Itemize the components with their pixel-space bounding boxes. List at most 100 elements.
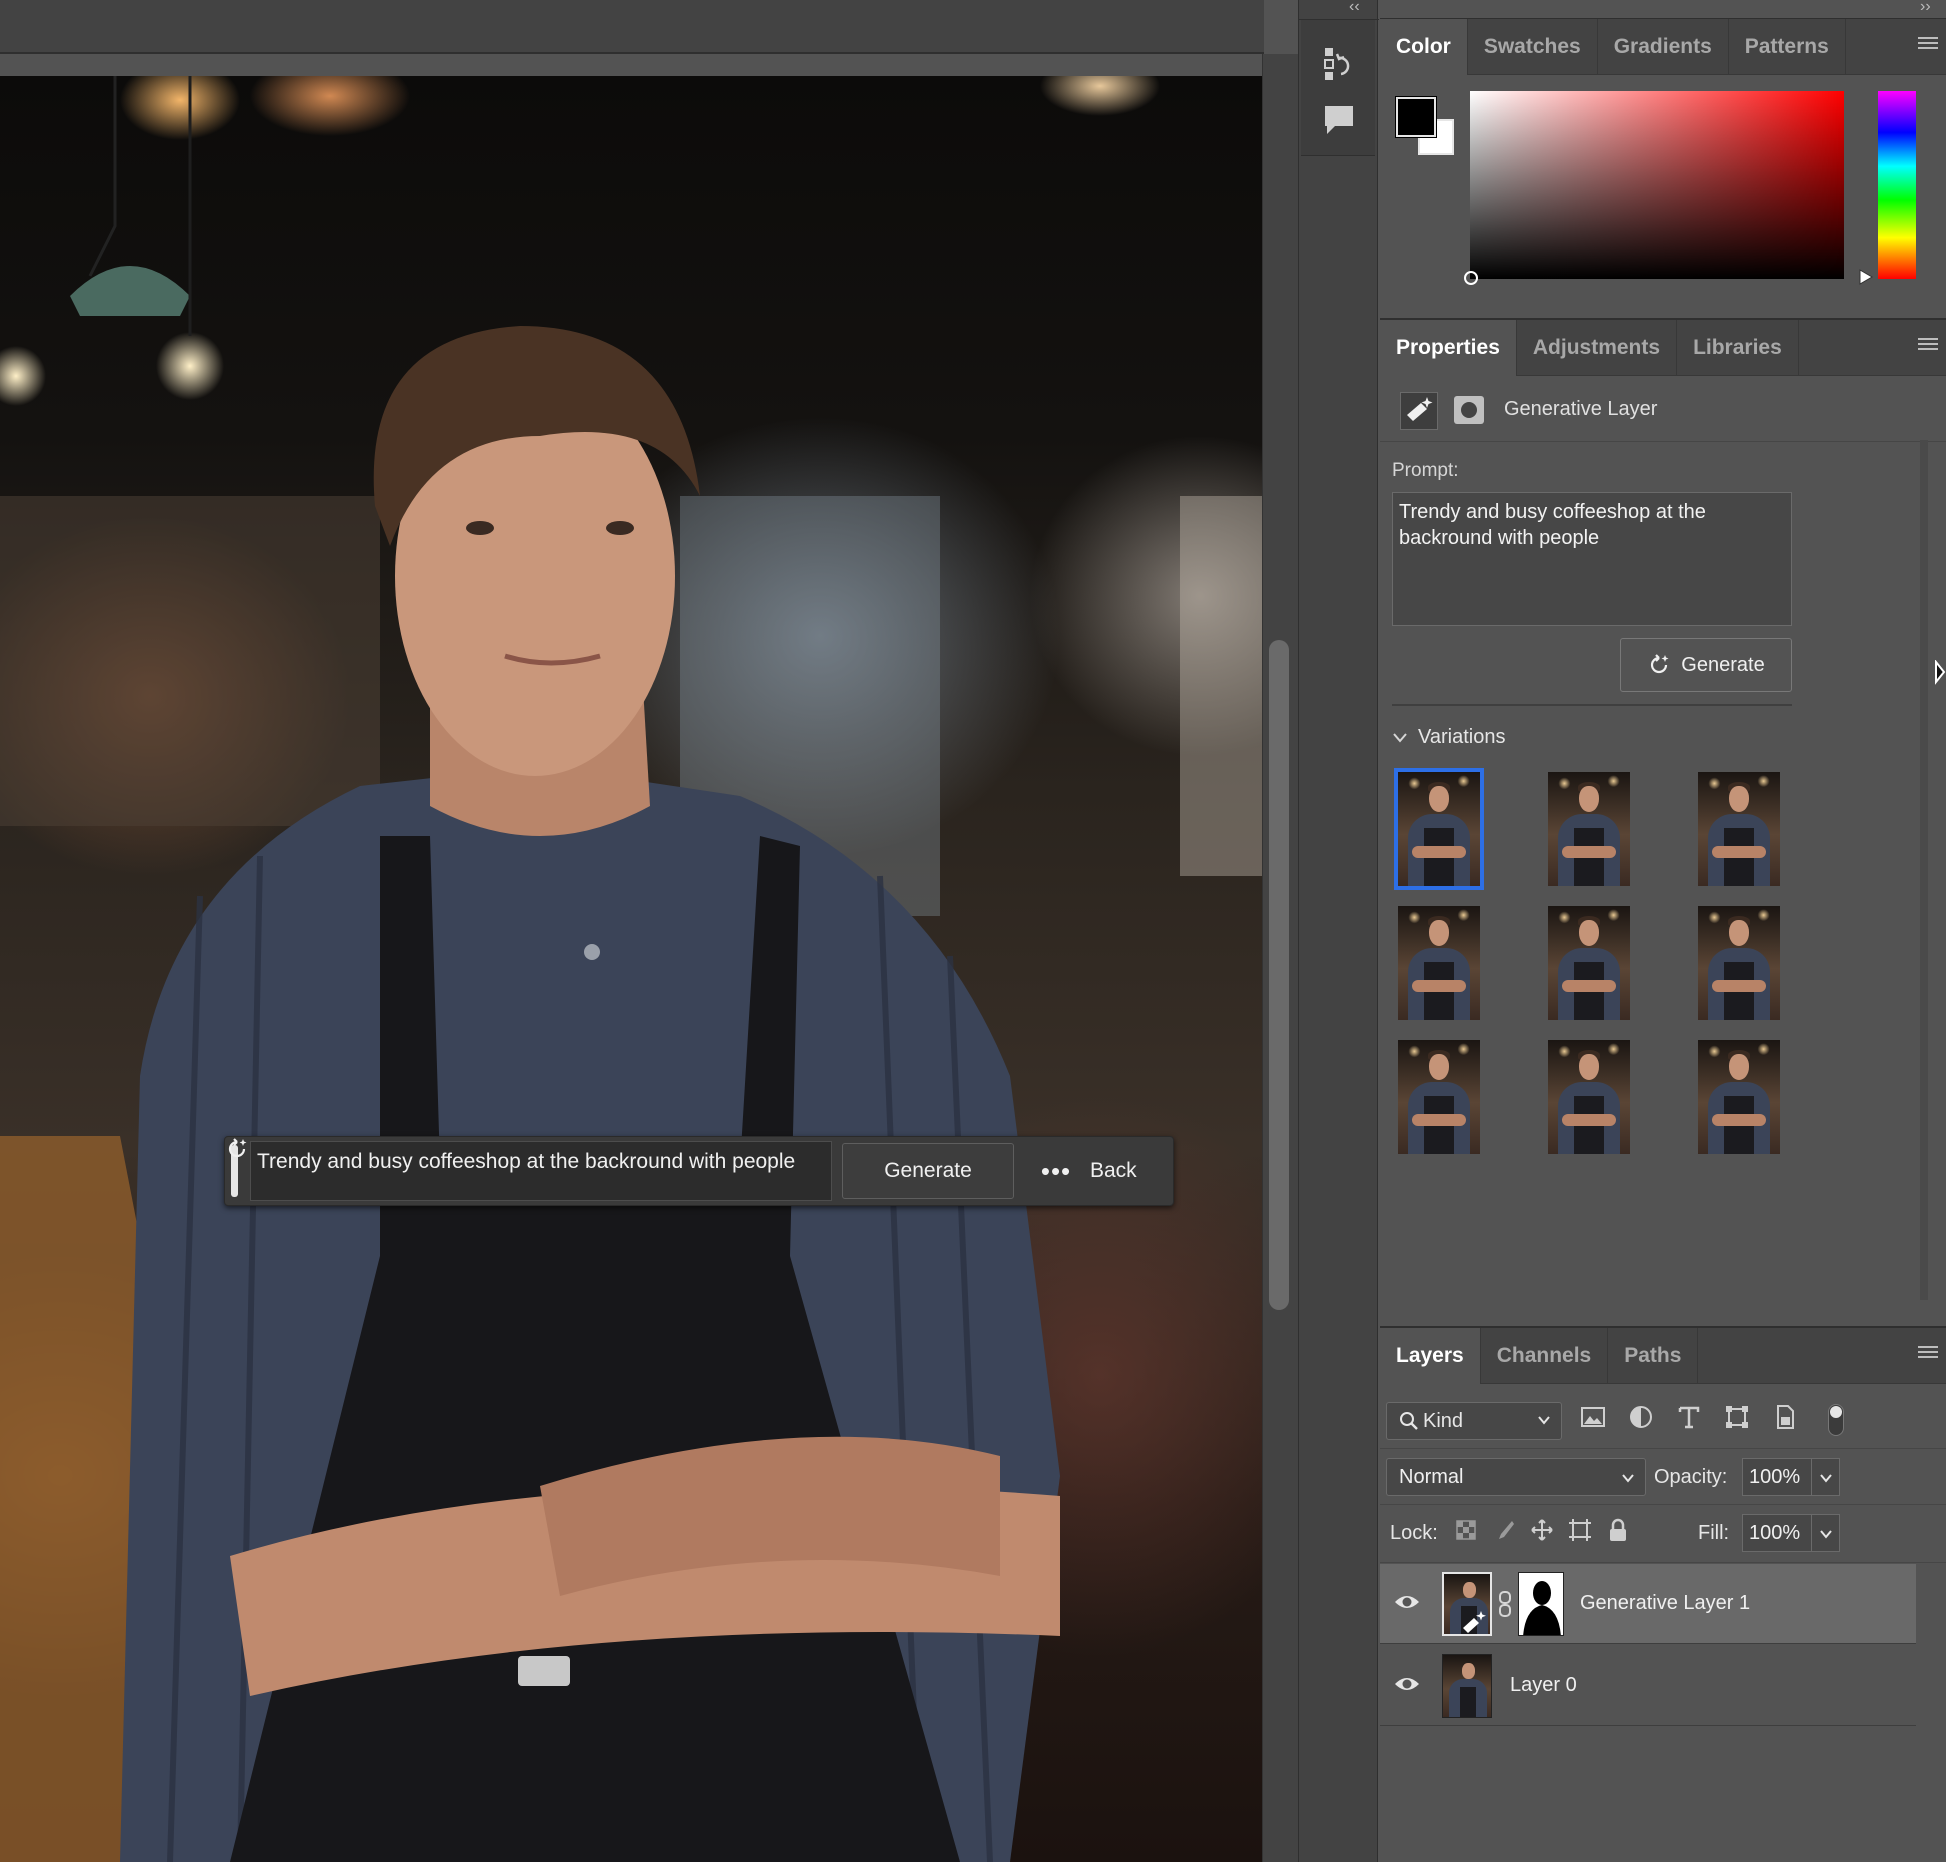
visibility-eye-icon[interactable] xyxy=(1394,1592,1420,1612)
panel-menu-icon[interactable] xyxy=(1918,37,1938,53)
foreground-color-swatch[interactable] xyxy=(1395,96,1437,138)
collapsed-panel-dock: ‹‹ xyxy=(1298,0,1379,1862)
canvas-photo xyxy=(0,76,1262,1862)
fill-label: Fill: xyxy=(1698,1522,1730,1544)
layer-mask-thumbnail[interactable] xyxy=(1518,1572,1564,1636)
lock-transparent-pixels-icon[interactable] xyxy=(1454,1518,1478,1542)
opacity-slider-toggle[interactable] xyxy=(1812,1458,1840,1496)
more-options-button[interactable]: ••• xyxy=(1036,1151,1076,1191)
dock-icon-group xyxy=(1301,20,1375,156)
chevron-down-icon xyxy=(1622,1474,1634,1483)
opacity-label: Opacity: xyxy=(1654,1466,1728,1488)
blend-mode-select[interactable]: Normal xyxy=(1386,1458,1646,1496)
layer-row-generative-layer-1[interactable]: Generative Layer 1 xyxy=(1380,1564,1916,1644)
prompt-textarea[interactable]: Trendy and busy coffeeshop at the backro… xyxy=(1392,492,1792,626)
tab-swatches[interactable]: Swatches xyxy=(1468,19,1598,75)
layers-panel-tabs: Layers Channels Paths xyxy=(1380,1328,1946,1384)
color-panel: Color Swatches Gradients Patterns xyxy=(1380,18,1946,316)
lock-label: Lock: xyxy=(1390,1522,1438,1544)
lock-image-pixels-icon[interactable] xyxy=(1492,1518,1516,1542)
variations-section-toggle[interactable]: Variations xyxy=(1392,726,1505,749)
hue-slider-handle[interactable] xyxy=(1858,269,1874,285)
filter-kind-label: Kind xyxy=(1423,1409,1464,1432)
document-canvas[interactable]: Trendy and busy coffeeshop at the backro… xyxy=(0,76,1262,1862)
color-picker-cursor xyxy=(1464,271,1478,285)
tab-libraries[interactable]: Libraries xyxy=(1677,320,1799,376)
chevron-down-icon xyxy=(1820,1474,1832,1483)
collapse-left-icon[interactable]: ‹‹ xyxy=(1349,0,1360,16)
task-bar-generate-button[interactable]: Generate xyxy=(228,1138,1014,1199)
variation-thumbnail[interactable] xyxy=(1698,772,1780,886)
layer-thumbnail[interactable] xyxy=(1442,1654,1492,1718)
properties-header: Generative Layer xyxy=(1380,376,1946,442)
history-icon[interactable] xyxy=(1323,46,1355,82)
type-layer-filter-icon[interactable] xyxy=(1676,1404,1702,1430)
tab-patterns[interactable]: Patterns xyxy=(1729,19,1846,75)
variation-thumbnail[interactable] xyxy=(1698,1040,1780,1154)
layer-name[interactable]: Generative Layer 1 xyxy=(1580,1592,1750,1615)
color-picker-field[interactable] xyxy=(1464,91,1844,285)
layer-name[interactable]: Layer 0 xyxy=(1510,1674,1577,1697)
properties-panel: Properties Adjustments Libraries Generat… xyxy=(1380,318,1946,1326)
layer-filter-toggle[interactable] xyxy=(1828,1404,1844,1436)
panel-menu-icon[interactable] xyxy=(1918,338,1938,354)
tab-color[interactable]: Color xyxy=(1380,19,1468,75)
variation-thumbnail[interactable] xyxy=(1398,1040,1480,1154)
divider xyxy=(1392,704,1792,706)
tab-channels[interactable]: Channels xyxy=(1481,1328,1609,1384)
canvas-scroll-thumb[interactable] xyxy=(1269,640,1289,1310)
variation-thumbnail[interactable] xyxy=(1398,906,1480,1020)
lock-options xyxy=(1454,1518,1630,1542)
variation-thumbnail[interactable] xyxy=(1548,772,1630,886)
chevron-down-icon xyxy=(1393,732,1407,743)
link-icon[interactable] xyxy=(1498,1590,1512,1618)
generate-button-label: Generate xyxy=(1681,653,1765,676)
comments-icon[interactable] xyxy=(1323,104,1355,136)
tab-layers[interactable]: Layers xyxy=(1380,1328,1481,1384)
properties-layer-type: Generative Layer xyxy=(1504,398,1658,420)
collapse-right-icon[interactable]: ›› xyxy=(1920,0,1931,16)
generative-badge-icon xyxy=(1463,1611,1486,1633)
layer-thumbnail[interactable] xyxy=(1442,1572,1492,1636)
panel-menu-icon[interactable] xyxy=(1918,1346,1938,1362)
smart-object-filter-icon[interactable] xyxy=(1772,1404,1798,1430)
properties-panel-tabs: Properties Adjustments Libraries xyxy=(1380,320,1946,376)
divider xyxy=(1380,1448,1946,1449)
contextual-task-bar: Trendy and busy coffeeshop at the backro… xyxy=(224,1136,1174,1206)
tab-paths[interactable]: Paths xyxy=(1608,1328,1699,1384)
generate-button[interactable]: Generate xyxy=(1620,638,1792,692)
properties-scrollbar[interactable] xyxy=(1920,440,1928,1300)
layer-filter-icons xyxy=(1580,1404,1798,1430)
lock-position-icon[interactable] xyxy=(1530,1518,1554,1542)
fill-slider-toggle[interactable] xyxy=(1812,1514,1840,1552)
pixel-layer-filter-icon[interactable] xyxy=(1580,1404,1606,1430)
chevron-down-icon xyxy=(1820,1530,1832,1539)
blend-mode-value: Normal xyxy=(1399,1466,1464,1488)
variation-thumbnail[interactable] xyxy=(1548,906,1630,1020)
mouse-cursor-icon xyxy=(1935,660,1946,685)
chevron-down-icon xyxy=(1538,1416,1550,1425)
generative-layer-icon xyxy=(1400,392,1438,430)
tab-gradients[interactable]: Gradients xyxy=(1598,19,1729,75)
adjustment-layer-filter-icon[interactable] xyxy=(1628,1404,1654,1430)
layer-mask-icon[interactable] xyxy=(1454,396,1484,424)
shape-layer-filter-icon[interactable] xyxy=(1724,1404,1750,1430)
prompt-label: Prompt: xyxy=(1392,460,1459,481)
tab-adjustments[interactable]: Adjustments xyxy=(1517,320,1678,376)
variation-thumbnail[interactable] xyxy=(1548,1040,1630,1154)
layer-row-layer-0[interactable]: Layer 0 xyxy=(1380,1646,1916,1726)
variation-thumbnail[interactable] xyxy=(1698,906,1780,1020)
back-button[interactable]: Back xyxy=(1090,1159,1137,1183)
hue-slider[interactable] xyxy=(1878,91,1916,279)
variations-label: Variations xyxy=(1418,726,1506,748)
layer-filter-kind-select[interactable]: Kind xyxy=(1386,1402,1562,1440)
lock-artboard-icon[interactable] xyxy=(1568,1518,1592,1542)
fill-input[interactable]: 100% xyxy=(1742,1514,1812,1552)
divider xyxy=(1380,1504,1946,1505)
task-bar-prompt-input[interactable]: Trendy and busy coffeeshop at the backro… xyxy=(250,1141,832,1201)
opacity-input[interactable]: 100% xyxy=(1742,1458,1812,1496)
lock-all-icon[interactable] xyxy=(1606,1518,1630,1542)
variation-thumbnail[interactable] xyxy=(1394,768,1484,890)
tab-properties[interactable]: Properties xyxy=(1380,320,1517,376)
visibility-eye-icon[interactable] xyxy=(1394,1674,1420,1694)
